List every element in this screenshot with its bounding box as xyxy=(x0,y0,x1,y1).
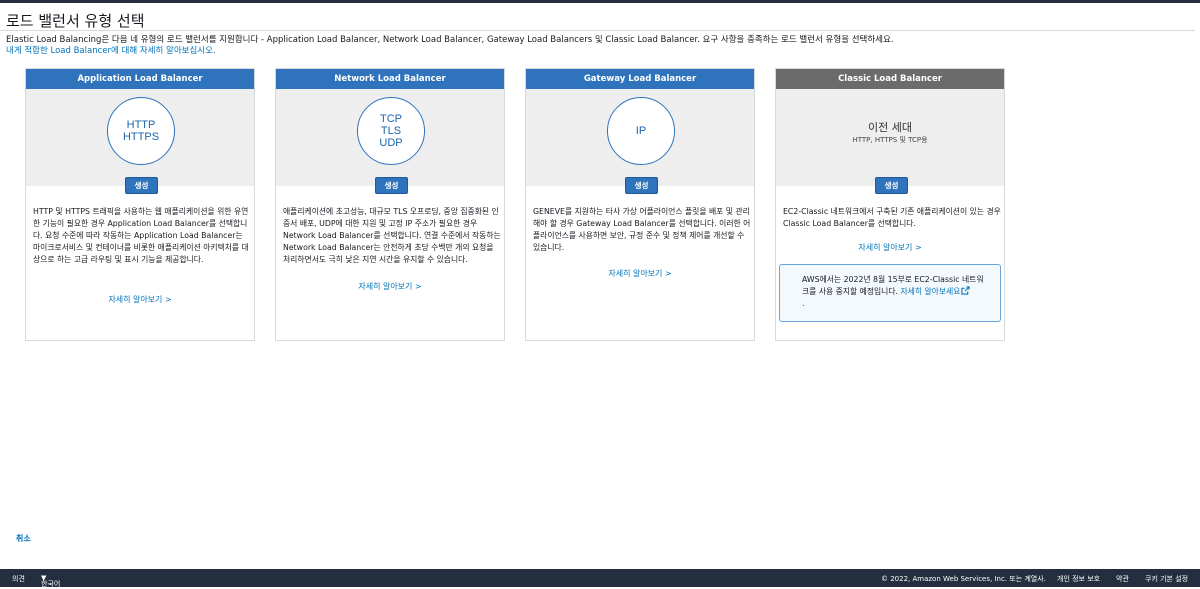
notice-link-label: 자세히 알아보세요 xyxy=(900,287,961,296)
footer: 의견 한국어 ▼ © 2022, Amazon Web Services, In… xyxy=(0,569,1200,588)
notice-learn-more-link[interactable]: 자세히 알아보세요 xyxy=(900,286,970,296)
language-label: 한국어 xyxy=(41,580,61,588)
legacy-title: 이전 세대 xyxy=(868,121,912,134)
page-title: 로드 밸런서 유형 선택 xyxy=(6,12,145,30)
card-classic-load-balancer: Classic Load Balancer 이전 세대 HTTP, HTTPS … xyxy=(775,68,1005,341)
protocol-circle: TCP TLS UDP xyxy=(357,97,425,165)
card-description: EC2-Classic 네트워크에서 구축된 기존 애플리케이션이 있는 경우 … xyxy=(783,207,1001,228)
protocol-label: IP xyxy=(635,125,647,137)
protocol-label: HTTPS xyxy=(122,131,160,143)
protocol-label: HTTP xyxy=(126,119,156,131)
copyright-text: © 2022, Amazon Web Services, Inc. 또는 계열사… xyxy=(881,575,1046,583)
ec2-classic-notice: AWS에서는 2022년 8월 15부로 EC2-Classic 네트워크를 사… xyxy=(779,264,1001,322)
feedback-link[interactable]: 의견 xyxy=(12,574,25,584)
protocol-circle: HTTP HTTPS xyxy=(107,97,175,165)
card-hero: TCP TLS UDP xyxy=(276,89,504,186)
protocol-label: TCP xyxy=(380,113,402,125)
card-hero: IP xyxy=(526,89,754,186)
create-gwlb-button[interactable]: 생성 xyxy=(625,177,658,194)
learn-more-link[interactable]: 자세히 알아보기 > xyxy=(526,268,754,279)
protocol-circle: IP xyxy=(607,97,675,165)
notice-end: . xyxy=(802,299,805,308)
intro-text: Elastic Load Balancing은 다음 네 유형의 로드 밸런서를… xyxy=(6,35,894,57)
privacy-link[interactable]: 개인 정보 보호 xyxy=(1057,574,1100,584)
card-header: Application Load Balancer xyxy=(26,69,254,89)
create-nlb-button[interactable]: 생성 xyxy=(375,177,408,194)
title-divider xyxy=(0,30,1195,31)
card-hero: 이전 세대 HTTP, HTTPS 및 TCP용 xyxy=(776,89,1004,186)
cookie-preferences-link[interactable]: 쿠키 기본 설정 xyxy=(1145,574,1188,584)
card-description: 애플리케이션에 초고성능, 대규모 TLS 오프로딩, 중앙 집중화된 인증서 … xyxy=(283,207,501,264)
create-alb-button[interactable]: 생성 xyxy=(125,177,158,194)
card-description: GENEVE를 지원하는 타사 가상 어플라이언스 플릿을 배포 및 관리해야 … xyxy=(533,207,751,252)
card-header: Gateway Load Balancer xyxy=(526,69,754,89)
create-clb-button[interactable]: 생성 xyxy=(875,177,908,194)
learn-more-link[interactable]: 자세히 알아보기 > xyxy=(276,281,504,292)
language-selector[interactable]: 한국어 ▼ xyxy=(41,574,60,588)
card-application-load-balancer: Application Load Balancer HTTP HTTPS 생성 … xyxy=(25,68,255,341)
learn-more-link[interactable]: 자세히 알아보기 > xyxy=(776,242,1004,253)
card-description: HTTP 및 HTTPS 트래픽을 사용하는 웹 애플리케이션을 위한 유연한 … xyxy=(33,207,249,264)
legacy-subtitle: HTTP, HTTPS 및 TCP용 xyxy=(852,136,928,144)
card-gateway-load-balancer: Gateway Load Balancer IP 생성 GENEVE를 지원하는… xyxy=(525,68,755,341)
protocol-label: TLS xyxy=(380,125,402,137)
terms-link[interactable]: 약관 xyxy=(1116,574,1129,584)
learn-more-link[interactable]: 자세히 알아보기 > xyxy=(26,294,254,305)
cancel-link[interactable]: 취소 xyxy=(16,533,31,544)
external-link-icon xyxy=(961,286,970,295)
card-header: Network Load Balancer xyxy=(276,69,504,89)
intro-learn-more-link[interactable]: 내게 적합한 Load Balancer에 대해 자세히 알아보십시오. xyxy=(6,46,894,57)
protocol-label: UDP xyxy=(379,137,403,149)
card-network-load-balancer: Network Load Balancer TCP TLS UDP 생성 애플리… xyxy=(275,68,505,341)
card-hero: HTTP HTTPS xyxy=(26,89,254,186)
top-bar xyxy=(0,0,1200,3)
card-header: Classic Load Balancer xyxy=(776,69,1004,89)
intro-description: Elastic Load Balancing은 다음 네 유형의 로드 밸런서를… xyxy=(6,35,894,45)
